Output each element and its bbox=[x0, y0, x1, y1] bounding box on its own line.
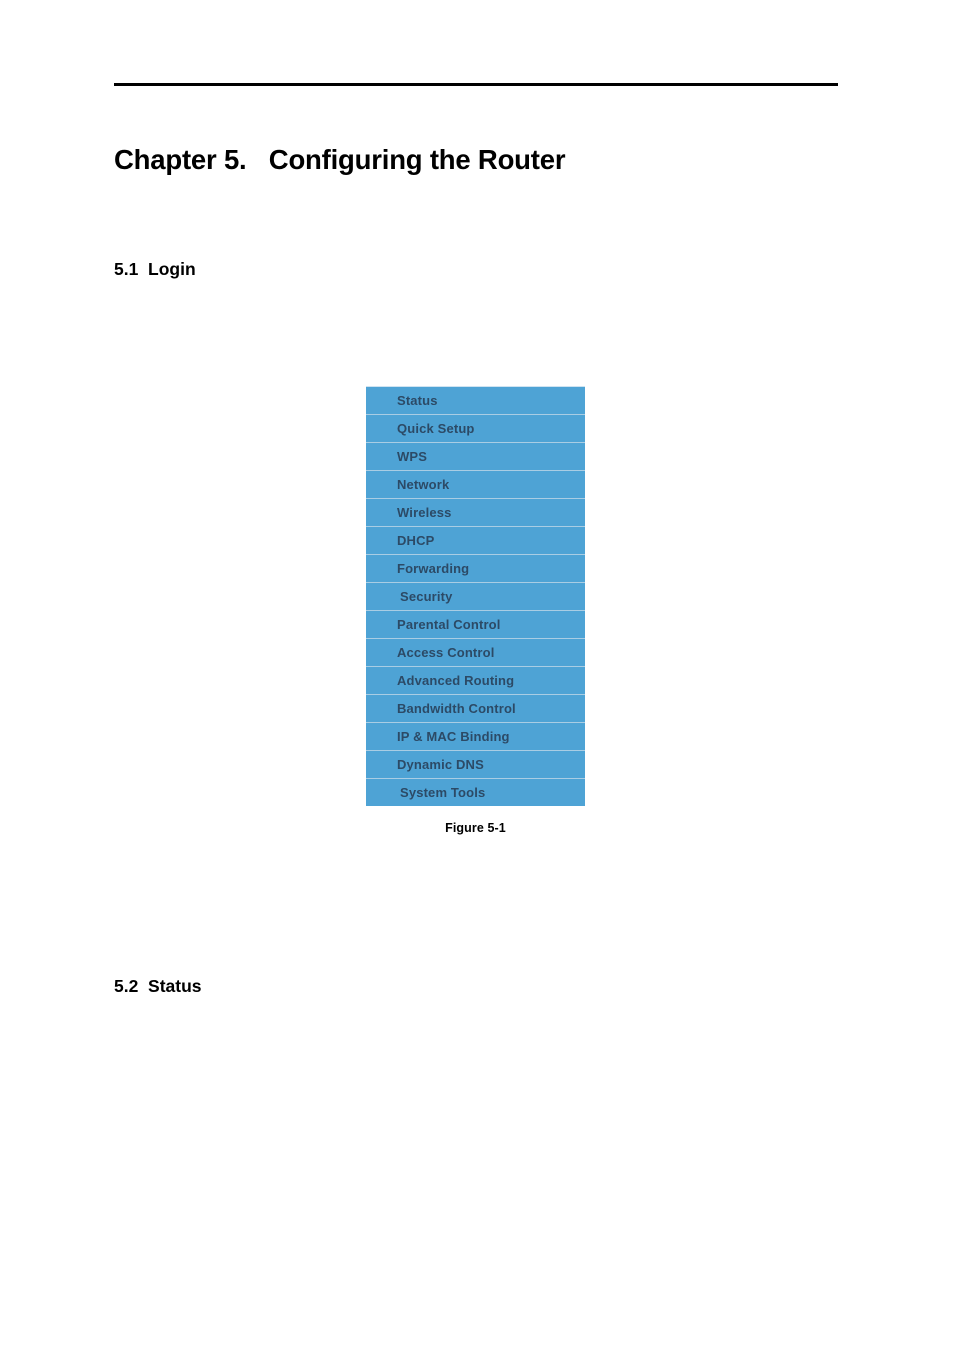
menu-item-parental-control[interactable]: Parental Control bbox=[366, 611, 585, 639]
menu-item-label: Dynamic DNS bbox=[397, 757, 484, 772]
menu-item-label: Security bbox=[400, 589, 453, 604]
menu-item-forwarding[interactable]: Forwarding bbox=[366, 555, 585, 583]
figure-caption: Figure 5-1 bbox=[445, 821, 506, 835]
menu-item-ip-mac-binding[interactable]: IP & MAC Binding bbox=[366, 723, 585, 751]
menu-item-system-tools[interactable]: System Tools bbox=[366, 779, 585, 806]
page-title: Chapter 5. Configuring the Router bbox=[114, 144, 566, 176]
menu-item-label: Access Control bbox=[397, 645, 495, 660]
menu-item-label: Quick Setup bbox=[397, 421, 475, 436]
menu-item-status[interactable]: Status bbox=[366, 387, 585, 415]
menu-item-label: Forwarding bbox=[397, 561, 470, 576]
menu-item-label: System Tools bbox=[400, 785, 486, 800]
menu-item-security[interactable]: Security bbox=[366, 583, 585, 611]
document-page: Chapter 5. Configuring the Router 5.1 Lo… bbox=[0, 0, 954, 1350]
menu-item-label: WPS bbox=[397, 449, 428, 464]
menu-item-label: Parental Control bbox=[397, 617, 501, 632]
menu-item-network[interactable]: Network bbox=[366, 471, 585, 499]
router-navigation-menu: Status Quick Setup WPS Network Wireless … bbox=[366, 386, 585, 806]
menu-item-label: Bandwidth Control bbox=[397, 701, 516, 716]
menu-item-label: DHCP bbox=[397, 533, 435, 548]
menu-item-access-control[interactable]: Access Control bbox=[366, 639, 585, 667]
menu-item-label: Network bbox=[397, 477, 450, 492]
menu-item-label: Status bbox=[397, 393, 438, 408]
menu-item-bandwidth-control[interactable]: Bandwidth Control bbox=[366, 695, 585, 723]
header-rule bbox=[114, 83, 838, 86]
section-heading-status: 5.2 Status bbox=[114, 975, 202, 996]
menu-item-label: IP & MAC Binding bbox=[397, 729, 510, 744]
menu-item-dynamic-dns[interactable]: Dynamic DNS bbox=[366, 751, 585, 779]
menu-item-advanced-routing[interactable]: Advanced Routing bbox=[366, 667, 585, 695]
section-heading-login: 5.1 Login bbox=[114, 258, 196, 279]
menu-item-label: Wireless bbox=[397, 505, 452, 520]
menu-item-wireless[interactable]: Wireless bbox=[366, 499, 585, 527]
menu-item-quick-setup[interactable]: Quick Setup bbox=[366, 415, 585, 443]
menu-item-wps[interactable]: WPS bbox=[366, 443, 585, 471]
menu-item-label: Advanced Routing bbox=[397, 673, 515, 688]
menu-item-dhcp[interactable]: DHCP bbox=[366, 527, 585, 555]
figure-5-1: Status Quick Setup WPS Network Wireless … bbox=[366, 386, 585, 835]
